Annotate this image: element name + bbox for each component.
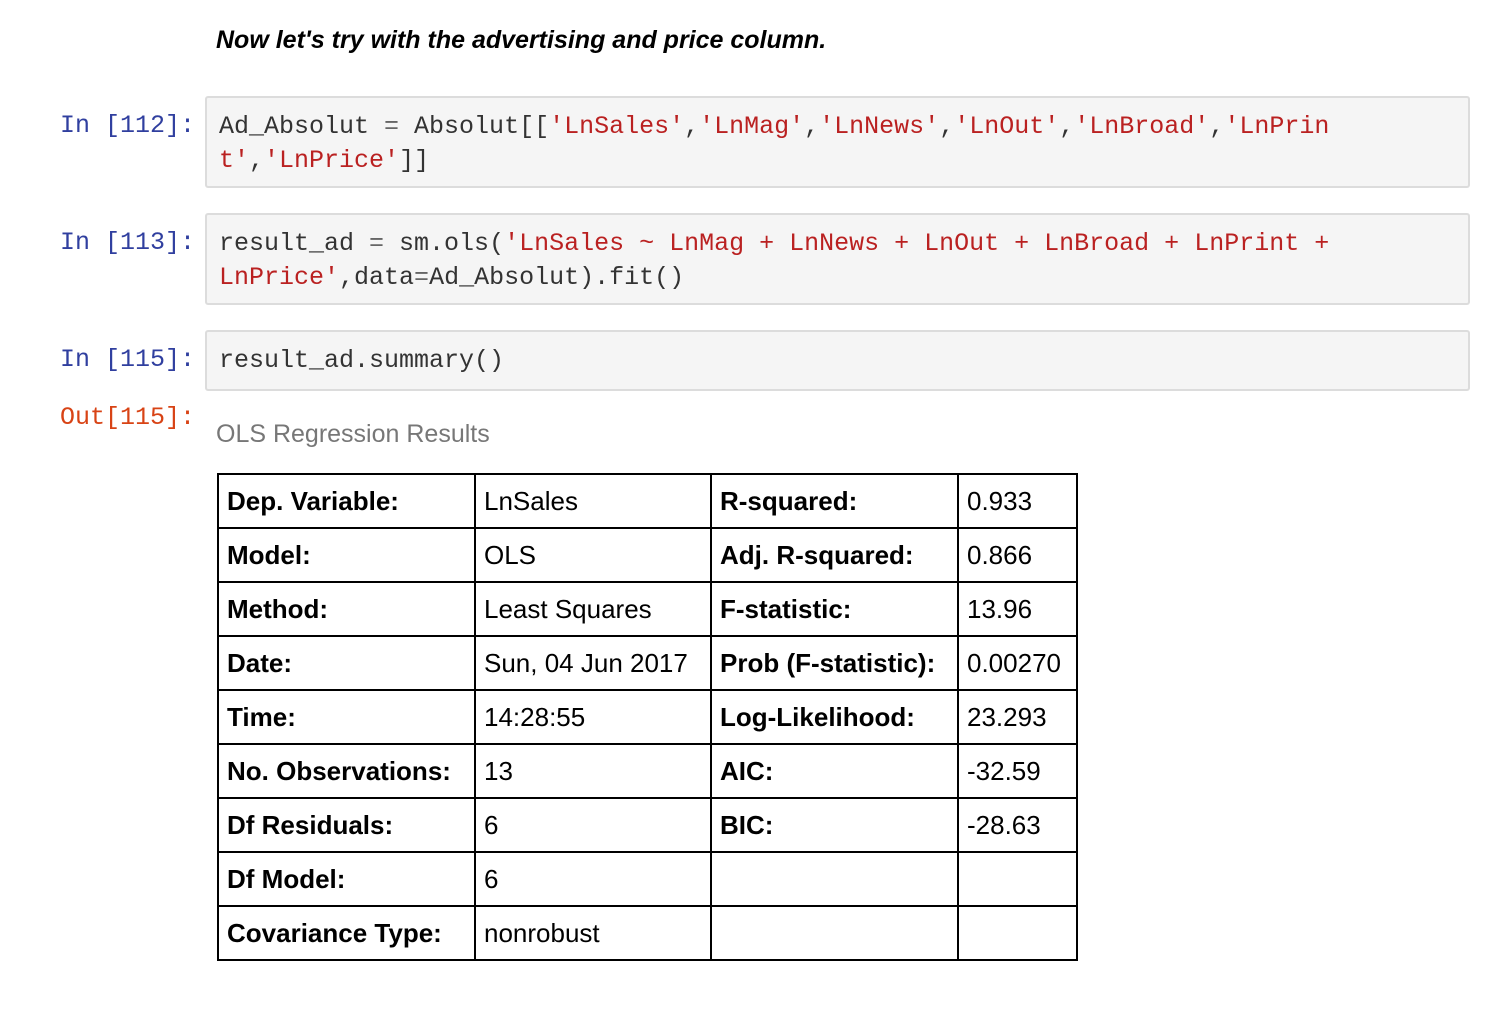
stat-value-cell: Least Squares	[474, 581, 712, 637]
code-token: ,data	[339, 263, 415, 292]
code-line: LnPrice',data=Ad_Absolut).fit()	[219, 261, 1456, 295]
code-string-token: 'LnSales'	[549, 112, 685, 141]
stat-value-cell: 14:28:55	[474, 689, 712, 745]
stat-value-cell: nonrobust	[474, 905, 712, 961]
stat-value-cell: 6	[474, 851, 712, 907]
code-cell-112[interactable]: Ad_Absolut = Absolut[['LnSales','LnMag',…	[205, 96, 1470, 188]
code-line: t','LnPrice']]	[219, 144, 1456, 178]
cell-prompt-113: In [113]:	[59, 228, 195, 257]
stat-label-cell: Df Residuals:	[217, 797, 476, 853]
table-row: Df Residuals: 6 BIC: -28.63	[217, 797, 1078, 853]
stat-label-cell: Prob (F-statistic):	[710, 635, 959, 691]
code-string-token: t'	[219, 146, 250, 175]
code-token: ,	[804, 112, 820, 141]
code-string-token: 'LnPrice'	[264, 146, 400, 175]
code-string-token: 'LnSales ~ LnMag + LnNews + LnOut + LnBr…	[504, 229, 1330, 258]
stat-value-cell: 0.00270	[957, 635, 1078, 691]
code-token: Ad_Absolut	[219, 112, 385, 141]
code-string-token: 'LnBroad'	[1074, 112, 1210, 141]
stat-label-cell	[710, 905, 959, 961]
code-token: Absolut[[	[399, 112, 550, 141]
stat-label-cell: AIC:	[710, 743, 959, 799]
stat-value-cell	[957, 851, 1078, 907]
stat-value-cell: -28.63	[957, 797, 1078, 853]
table-row: Df Model: 6	[217, 851, 1078, 907]
cell-prompt-112: In [112]:	[59, 111, 195, 140]
code-line: result_ad.summary()	[219, 344, 1456, 378]
stat-label-cell: Time:	[217, 689, 476, 745]
table-row: Model: OLS Adj. R-squared: 0.866	[217, 527, 1078, 583]
code-line: result_ad = sm.ols('LnSales ~ LnMag + Ln…	[219, 227, 1456, 261]
stat-value-cell: 13.96	[957, 581, 1078, 637]
code-token: ]]	[399, 146, 430, 175]
code-token: =	[414, 263, 430, 292]
code-token: ,	[1059, 112, 1075, 141]
stat-value-cell: OLS	[474, 527, 712, 583]
table-caption: OLS Regression Results	[216, 420, 490, 448]
stat-label-cell: Dep. Variable:	[217, 473, 476, 529]
ols-summary-table: Dep. Variable: LnSales R-squared: 0.933 Mode…	[217, 473, 1078, 961]
code-token: ,	[1209, 112, 1225, 141]
code-token: result_ad.summary()	[219, 346, 505, 375]
stat-value-cell: 0.933	[957, 473, 1078, 529]
code-cell-115[interactable]: result_ad.summary()	[205, 330, 1470, 391]
table-row: Date: Sun, 04 Jun 2017 Prob (F-statistic):…	[217, 635, 1078, 691]
stat-label-cell: Adj. R-squared:	[710, 527, 959, 583]
table-row: No. Observations: 13 AIC: -32.59	[217, 743, 1078, 799]
code-cell-113[interactable]: result_ad = sm.ols('LnSales ~ LnMag + Ln…	[205, 213, 1470, 305]
code-token: sm.ols(	[384, 229, 505, 258]
code-string-token: 'LnMag'	[699, 112, 805, 141]
table-row: Method: Least Squares F-statistic: 13.96	[217, 581, 1078, 637]
code-token: =	[384, 112, 400, 141]
stat-value-cell: 23.293	[957, 689, 1078, 745]
code-string-token: 'LnPrin	[1224, 112, 1330, 141]
output-prompt-115: Out[115]:	[59, 403, 195, 432]
stat-value-cell	[957, 905, 1078, 961]
stat-label-cell	[710, 851, 959, 907]
code-token: =	[369, 229, 385, 258]
code-line: Ad_Absolut = Absolut[['LnSales','LnMag',…	[219, 110, 1456, 144]
stat-label-cell: No. Observations:	[217, 743, 476, 799]
stat-label-cell: Date:	[217, 635, 476, 691]
markdown-text: Now let's try with the advertising and p…	[216, 26, 827, 54]
cell-prompt-115: In [115]:	[59, 345, 195, 374]
code-token: result_ad	[219, 229, 370, 258]
table-row: Dep. Variable: LnSales R-squared: 0.933	[217, 473, 1078, 529]
code-string-token: LnPrice'	[219, 263, 340, 292]
code-token: Ad_Absolut).fit()	[429, 263, 685, 292]
stat-value-cell: -32.59	[957, 743, 1078, 799]
code-token: ,	[684, 112, 700, 141]
stat-value-cell: 0.866	[957, 527, 1078, 583]
stat-label-cell: Log-Likelihood:	[710, 689, 959, 745]
stat-label-cell: BIC:	[710, 797, 959, 853]
stat-label-cell: Model:	[217, 527, 476, 583]
code-string-token: 'LnNews'	[819, 112, 940, 141]
stat-value-cell: Sun, 04 Jun 2017	[474, 635, 712, 691]
stat-label-cell: Df Model:	[217, 851, 476, 907]
code-token: ,	[249, 146, 265, 175]
stat-label-cell: Method:	[217, 581, 476, 637]
stat-label-cell: F-statistic:	[710, 581, 959, 637]
table-row: Covariance Type: nonrobust	[217, 905, 1078, 961]
stat-value-cell: 6	[474, 797, 712, 853]
stat-value-cell: 13	[474, 743, 712, 799]
stat-label-cell: Covariance Type:	[217, 905, 476, 961]
stat-label-cell: R-squared:	[710, 473, 959, 529]
code-token: ,	[939, 112, 955, 141]
code-string-token: 'LnOut'	[954, 112, 1060, 141]
table-row: Time: 14:28:55 Log-Likelihood: 23.293	[217, 689, 1078, 745]
stat-value-cell: LnSales	[474, 473, 712, 529]
